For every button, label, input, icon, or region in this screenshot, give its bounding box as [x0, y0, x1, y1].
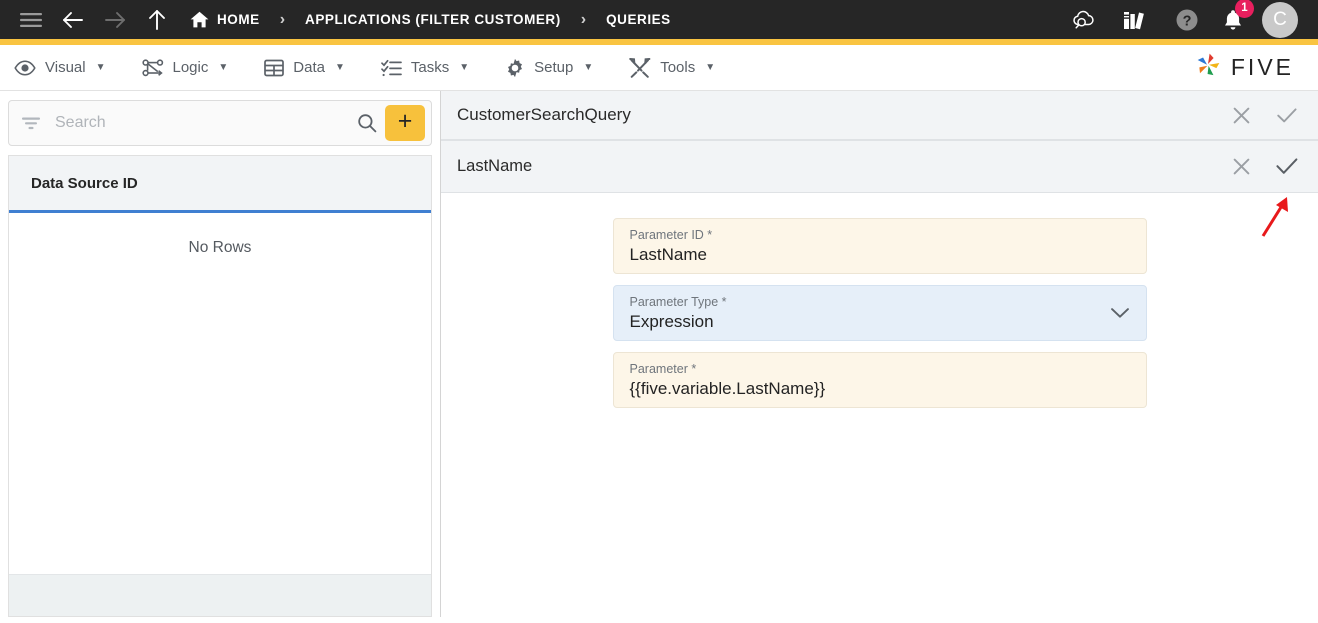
arrow-left-icon[interactable]	[56, 3, 90, 37]
notification-bell-icon[interactable]: 1	[1222, 0, 1254, 32]
menu-item-tools[interactable]: Tools ▼	[629, 57, 716, 78]
table-grid-icon	[264, 59, 285, 77]
avatar[interactable]: C	[1262, 1, 1298, 38]
menu-label-tools: Tools	[660, 59, 696, 76]
parameter-panel-title: LastName	[457, 157, 533, 175]
application-menu-bar: Visual ▼ Logic ▼ Data ▼ Tasks ▼ Setup ▼ …	[0, 45, 1318, 91]
right-editor-panel: CustomerSearchQuery LastName Parameter I…	[441, 91, 1318, 617]
empty-state-message: No Rows	[188, 239, 252, 256]
data-source-grid: Data Source ID No Rows	[8, 155, 432, 617]
arrow-right-icon[interactable]	[98, 3, 132, 37]
help-question-icon[interactable]: ?	[1170, 3, 1204, 37]
chevron-down-icon: ▼	[583, 62, 594, 73]
query-confirm-button[interactable]	[1270, 98, 1304, 132]
left-sidebar-panel: + Data Source ID No Rows	[0, 91, 441, 617]
top-navigation-bar: HOME › APPLICATIONS (FILTER CUSTOMER) › …	[0, 0, 1318, 45]
search-icon[interactable]	[349, 113, 385, 133]
query-panel-actions	[1224, 98, 1304, 132]
cloud-search-icon[interactable]	[1066, 3, 1100, 37]
topbar-actions: ? 1 C	[1066, 0, 1304, 38]
grid-footer	[9, 574, 431, 616]
menu-item-visual[interactable]: Visual ▼	[14, 59, 106, 76]
five-pinwheel-logo	[1193, 50, 1223, 85]
chevron-down-icon[interactable]	[1110, 307, 1130, 320]
parameter-confirm-button[interactable]	[1270, 150, 1304, 184]
field-parameter[interactable]: Parameter * {{five.variable.LastName}}	[612, 352, 1147, 408]
field-label-parameter: Parameter *	[629, 362, 697, 376]
field-value-parameter-type[interactable]: Expression	[630, 312, 1130, 332]
checklist-icon	[381, 59, 402, 77]
tools-wrench-icon	[629, 57, 651, 78]
gear-icon	[505, 58, 525, 78]
grid-body: No Rows	[9, 213, 431, 574]
field-label-parameter-type: Parameter Type *	[629, 295, 727, 309]
query-panel-header: CustomerSearchQuery	[441, 91, 1318, 140]
chevron-down-icon: ▼	[95, 62, 106, 73]
grid-column-header[interactable]: Data Source ID	[9, 156, 431, 213]
search-bar: +	[8, 100, 432, 146]
menu-item-tasks[interactable]: Tasks ▼	[381, 59, 469, 77]
field-parameter-type[interactable]: Parameter Type * Expression	[612, 285, 1147, 341]
field-parameter-id[interactable]: Parameter ID * LastName	[612, 218, 1147, 274]
parameter-panel-actions	[1224, 150, 1304, 184]
add-record-button[interactable]: +	[385, 105, 425, 141]
logic-nodes-icon	[141, 58, 164, 77]
menu-label-setup: Setup	[534, 59, 574, 76]
query-panel-title: CustomerSearchQuery	[457, 105, 631, 124]
svg-text:?: ?	[1183, 13, 1192, 29]
chevron-down-icon: ▼	[459, 62, 470, 73]
arrow-up-icon[interactable]	[140, 3, 174, 37]
breadcrumb-label-home: HOME	[217, 12, 260, 27]
parameter-close-button[interactable]	[1224, 150, 1258, 184]
menu-label-logic: Logic	[172, 59, 209, 76]
field-label-parameter-id: Parameter ID *	[629, 228, 713, 242]
parameter-panel-header: LastName	[441, 140, 1318, 193]
filter-icon[interactable]	[21, 116, 41, 130]
main-content-area: + Data Source ID No Rows CustomerSearchQ…	[0, 91, 1318, 617]
brand-name: FIVE	[1230, 54, 1294, 80]
home-icon	[190, 11, 209, 28]
brand-logo: FIVE	[1193, 50, 1304, 85]
breadcrumb-item-applications[interactable]: APPLICATIONS (FILTER CUSTOMER)	[305, 12, 561, 27]
breadcrumb: HOME › APPLICATIONS (FILTER CUSTOMER) › …	[190, 11, 671, 28]
books-library-icon[interactable]	[1118, 3, 1152, 37]
notification-count-badge: 1	[1235, 0, 1254, 18]
breadcrumb-label-applications: APPLICATIONS (FILTER CUSTOMER)	[305, 12, 561, 27]
breadcrumb-separator: ›	[580, 10, 587, 28]
menu-item-data[interactable]: Data ▼	[264, 59, 345, 77]
breadcrumb-item-home[interactable]: HOME	[190, 11, 260, 28]
menu-label-data: Data	[293, 59, 325, 76]
breadcrumb-item-queries[interactable]: QUERIES	[606, 12, 671, 27]
column-header-data-source-id: Data Source ID	[31, 174, 138, 192]
query-close-button[interactable]	[1224, 98, 1258, 132]
hamburger-menu-icon[interactable]	[14, 3, 48, 37]
chevron-down-icon: ▼	[705, 62, 716, 73]
breadcrumb-separator: ›	[279, 10, 286, 28]
menu-label-tasks: Tasks	[410, 59, 450, 76]
chevron-down-icon: ▼	[218, 62, 229, 73]
field-value-parameter[interactable]: {{five.variable.LastName}}	[630, 379, 1130, 399]
menu-label-visual: Visual	[45, 59, 86, 76]
menu-item-setup[interactable]: Setup ▼	[505, 58, 593, 78]
breadcrumb-label-queries: QUERIES	[606, 12, 671, 27]
eye-icon	[14, 59, 36, 76]
parameter-form: Parameter ID * LastName Parameter Type *…	[441, 193, 1318, 617]
field-value-parameter-id[interactable]: LastName	[630, 245, 1130, 265]
chevron-down-icon: ▼	[334, 62, 345, 73]
search-input[interactable]	[41, 114, 349, 132]
menu-item-logic[interactable]: Logic ▼	[141, 58, 229, 77]
